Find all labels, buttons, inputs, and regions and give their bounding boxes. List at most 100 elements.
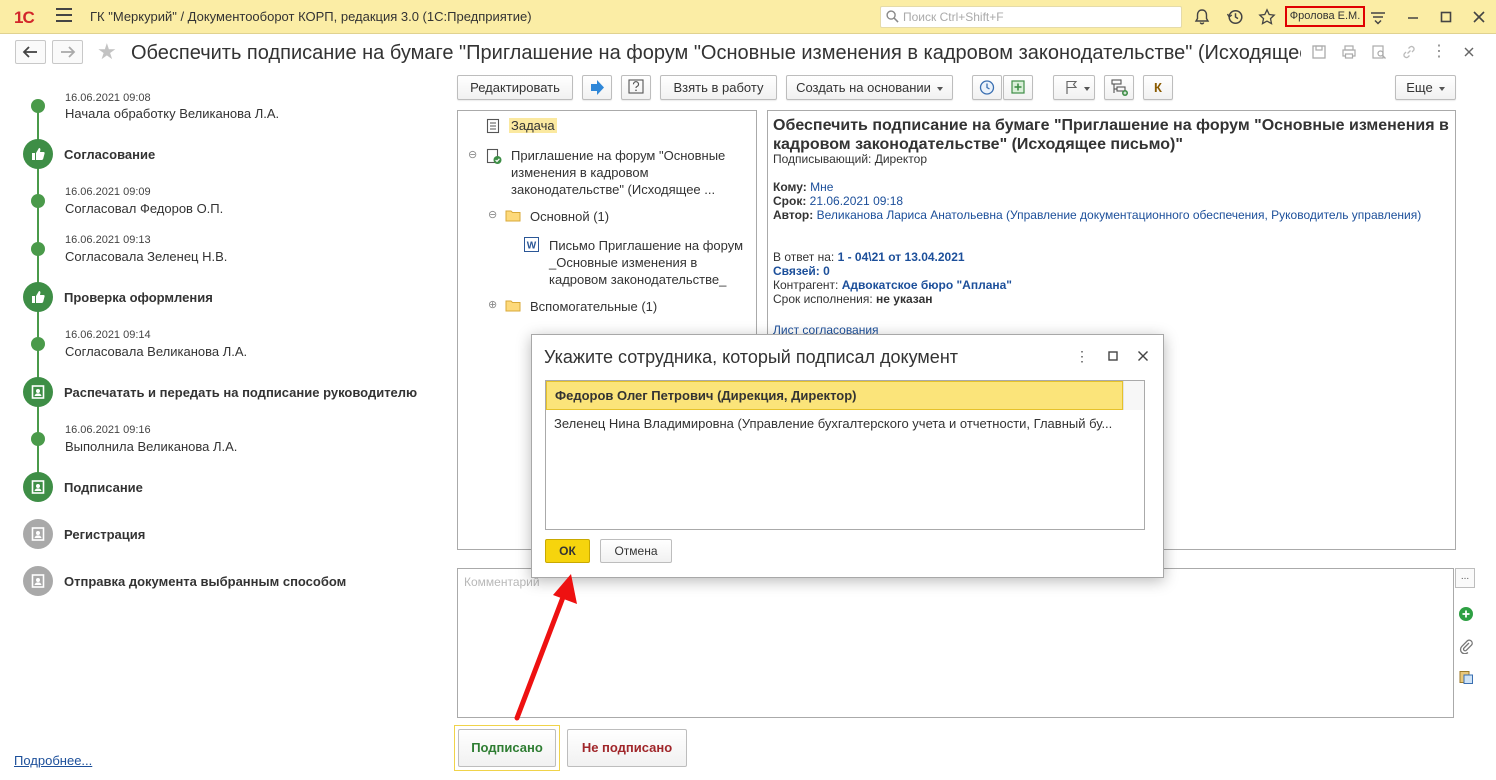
dialog-maximize-icon[interactable]: [1106, 349, 1120, 363]
detail-links-count[interactable]: Связей: 0: [773, 264, 830, 278]
timeline-event: Согласовал Федоров О.П.: [65, 201, 224, 216]
flag-icon: [1066, 80, 1078, 94]
timeline-event: Согласовала Великанова Л.А.: [65, 344, 248, 359]
comment-input[interactable]: [464, 575, 1444, 710]
not-signed-button[interactable]: Не подписано: [567, 729, 687, 767]
stage-icon-signing: [23, 472, 53, 502]
flag-button[interactable]: [1053, 75, 1095, 100]
cancel-button[interactable]: Отмена: [600, 539, 672, 563]
forward-button[interactable]: [52, 40, 83, 64]
exec-label: Срок исполнения:: [773, 292, 873, 306]
detail-deadline: Срок: 21.06.2021 09:18: [773, 194, 903, 208]
back-button[interactable]: [15, 40, 46, 64]
deadline-label: Срок:: [773, 194, 807, 208]
take-to-work-button[interactable]: Взять в работу: [660, 75, 777, 100]
tree-item-task[interactable]: Задача: [509, 117, 557, 134]
search-icon: [886, 10, 899, 23]
to-link[interactable]: Мне: [810, 180, 833, 194]
stage-icon-registration: [23, 519, 53, 549]
search-input[interactable]: [903, 10, 1173, 24]
detail-reply-to: В ответ на: 1 - 04\21 от 13.04.2021: [773, 250, 965, 264]
preview-icon[interactable]: [1371, 44, 1387, 60]
employee-row[interactable]: Зеленец Нина Владимировна (Управление бу…: [546, 410, 1123, 439]
dialog-close-icon[interactable]: [1136, 349, 1150, 363]
folder-icon: [505, 210, 521, 222]
chevron-down-icon: [1084, 86, 1090, 91]
create-based-on-button[interactable]: Создать на основании: [786, 75, 953, 100]
timeline-dot: [31, 99, 45, 113]
global-search[interactable]: [880, 6, 1182, 28]
timeline-date: 16.06.2021 09:13: [65, 234, 151, 246]
stage-label: Согласование: [64, 147, 156, 162]
save-icon[interactable]: [1311, 44, 1327, 60]
more-details-link[interactable]: Подробнее...: [14, 753, 92, 768]
deadline-button[interactable]: [972, 75, 1002, 100]
deadline-link[interactable]: 21.06.2021 09:18: [810, 194, 903, 208]
tree-item-main-folder[interactable]: Основной (1): [530, 208, 609, 225]
question-icon: [628, 79, 644, 94]
favorite-star-icon[interactable]: ★: [97, 40, 117, 64]
chevron-down-icon: [936, 86, 943, 91]
reply-link[interactable]: 1 - 04\21 от 13.04.2021: [838, 250, 965, 264]
comment-more-button[interactable]: ...: [1455, 568, 1475, 588]
tree-item-aux-folder[interactable]: Вспомогательные (1): [530, 298, 657, 315]
bell-icon[interactable]: [1193, 8, 1211, 26]
signed-button[interactable]: Подписано: [458, 729, 556, 767]
favorites-star-icon[interactable]: [1258, 8, 1276, 26]
history-icon[interactable]: [1226, 8, 1244, 26]
timeline-dot: [31, 242, 45, 256]
collapse-icon[interactable]: ⊖: [488, 207, 497, 224]
print-icon[interactable]: [1341, 44, 1357, 60]
k-button[interactable]: К: [1143, 75, 1173, 100]
list-scrollbar[interactable]: [1123, 381, 1144, 410]
author-link[interactable]: Великанова Лариса Анатольевна (Управлени…: [817, 208, 1422, 222]
more-label: Еще: [1406, 80, 1433, 95]
person-card-icon: [31, 385, 45, 399]
add-subtask-button[interactable]: [1003, 75, 1033, 100]
paperclip-icon[interactable]: [1458, 638, 1474, 654]
detail-to: Кому: Мне: [773, 180, 833, 194]
timeline-dot: [31, 194, 45, 208]
counterparty-label: Контрагент:: [773, 278, 839, 292]
minimize-icon[interactable]: [1404, 8, 1422, 26]
hierarchy-button[interactable]: [1104, 75, 1134, 100]
add-circle-icon[interactable]: [1458, 606, 1474, 622]
comment-box: [457, 568, 1454, 718]
app-logo[interactable]: 1С: [14, 8, 35, 28]
tree-item-file[interactable]: Письмо Приглашение на форум _Основные из…: [549, 237, 749, 288]
chevron-down-icon: [1438, 86, 1445, 91]
ok-button[interactable]: ОК: [545, 539, 590, 563]
main-menu-icon[interactable]: [56, 8, 72, 22]
form-title: Обеспечить подписание на бумаге "Приглаш…: [131, 42, 1301, 64]
settings-menu-icon[interactable]: [1369, 8, 1387, 26]
counterparty-link[interactable]: Адвокатское бюро "Аплана": [842, 278, 1012, 292]
tree-item-document[interactable]: Приглашение на форум "Основные изменения…: [511, 147, 736, 198]
dialog-more-icon[interactable]: ⋮: [1075, 349, 1089, 363]
paste-icon[interactable]: [1458, 669, 1474, 685]
close-icon[interactable]: [1470, 8, 1488, 26]
employee-row-selected[interactable]: Федоров Олег Петрович (Дирекция, Директо…: [546, 381, 1123, 410]
timeline-date: 16.06.2021 09:09: [65, 186, 151, 198]
collapse-icon[interactable]: ⊖: [468, 147, 477, 164]
stage-label: Распечатать и передать на подписание рук…: [64, 385, 418, 400]
timeline-event: Начала обработку Великанова Л.А.: [65, 106, 280, 121]
hierarchy-icon: [1111, 79, 1128, 96]
detail-counterparty: Контрагент: Адвокатское бюро "Аплана": [773, 278, 1012, 292]
form-more-icon[interactable]: ⋮: [1431, 44, 1447, 60]
help-button[interactable]: [621, 75, 651, 100]
arrow-right-icon: [61, 46, 76, 58]
blue-arrow-right-icon: [591, 80, 604, 95]
thumbs-up-icon: [32, 148, 45, 160]
current-user[interactable]: Фролова Е.М.: [1285, 6, 1365, 27]
forward-task-button[interactable]: [582, 75, 612, 100]
stage-icon-send: [23, 566, 53, 596]
maximize-icon[interactable]: [1437, 8, 1455, 26]
timeline-event: Согласовала Зеленец Н.В.: [65, 249, 228, 264]
stage-label: Отправка документа выбранным способом: [64, 574, 347, 589]
expand-icon[interactable]: ⊕: [488, 297, 497, 314]
edit-button[interactable]: Редактировать: [457, 75, 573, 100]
stage-icon-check: [23, 282, 53, 312]
more-button[interactable]: Еще: [1395, 75, 1456, 100]
form-close-icon[interactable]: [1461, 44, 1477, 60]
link-icon[interactable]: [1401, 44, 1417, 60]
